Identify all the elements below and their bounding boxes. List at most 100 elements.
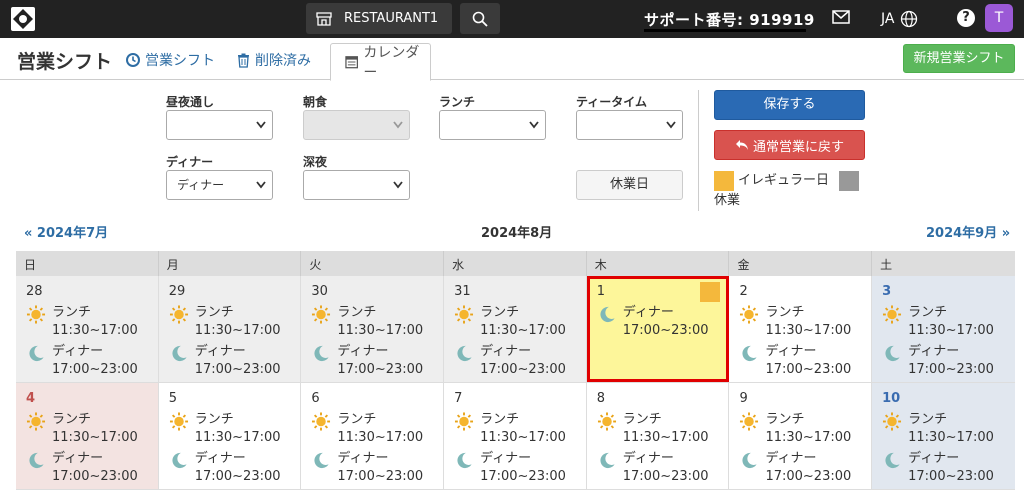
tab-business-shift[interactable]: 営業シフト (126, 50, 215, 70)
shift-name: ディナー (480, 344, 532, 359)
dinner-select[interactable]: ディナー (166, 170, 273, 200)
lunch-shift: ランチ 11:30~17:00 (739, 304, 871, 341)
allday-select[interactable] (166, 110, 273, 140)
store-name: RESTAURANT1 (344, 11, 439, 26)
dinner-shift: ディナー 17:00~23:00 (597, 304, 727, 341)
chevron-down-icon (529, 121, 539, 129)
chevron-down-icon (256, 181, 266, 189)
weekday-mon: 月 (159, 251, 302, 276)
day-cell[interactable]: 30 ランチ 11:30~17:00 ディナー 17:00~23:00 (301, 276, 445, 382)
shift-name: ランチ (52, 412, 92, 427)
sun-icon (26, 412, 46, 431)
sun-icon (312, 412, 331, 431)
tab-deleted[interactable]: 削除済み (237, 50, 311, 70)
moon-icon (314, 452, 329, 469)
user-avatar[interactable]: T (985, 4, 1013, 32)
shift-name: ディナー (52, 451, 104, 466)
shift-name: ディナー (622, 451, 674, 466)
day-cell[interactable]: 9 ランチ 11:30~17:00 ディナー 17:00~23:00 (729, 383, 873, 489)
shift-name: ランチ (194, 305, 234, 320)
language-switcher[interactable]: JA (881, 10, 918, 28)
day-number: 29 (168, 284, 186, 299)
holiday-button[interactable]: 休業日 (576, 170, 683, 200)
shift-name: ディナー (765, 344, 817, 359)
app-logo-icon[interactable] (10, 6, 36, 32)
shift-name: ランチ (52, 305, 92, 320)
day-cell[interactable]: 5 ランチ 11:30~17:00 ディナー 17:00~23:00 (158, 383, 302, 489)
moon-icon (742, 452, 758, 469)
shift-time: 17:00~23:00 (194, 469, 281, 484)
moon-icon (172, 345, 187, 362)
weekday-sat: 土 (880, 258, 893, 272)
revert-label: 通常営業に戻す (752, 139, 844, 155)
save-button[interactable]: 保存する (714, 90, 865, 120)
lunch-select[interactable] (439, 110, 546, 140)
shift-time: 11:30~17:00 (337, 430, 424, 445)
shift-time: 11:30~17:00 (194, 323, 281, 338)
dinner-shift: ディナー 17:00~23:00 (311, 343, 443, 380)
shift-time: 17:00~23:00 (480, 362, 566, 377)
day-cell[interactable]: 3 ランチ 11:30~17:00 ディナー 17:00~23:00 (872, 276, 1015, 382)
moon-icon (885, 452, 900, 469)
store-selector-button[interactable]: RESTAURANT1 (306, 3, 452, 34)
shift-name: ランチ (908, 412, 948, 427)
shift-time: 17:00~23:00 (52, 469, 138, 484)
day-cell[interactable]: 7 ランチ 11:30~17:00 ディナー 17:00~23:00 (444, 383, 587, 489)
new-shift-button[interactable]: 新規営業シフト (903, 44, 1015, 73)
moon-icon (600, 306, 615, 323)
help-icon[interactable]: ? (957, 9, 975, 27)
shift-time: 17:00~23:00 (337, 362, 424, 377)
lunch-shift: ランチ 11:30~17:00 (26, 304, 158, 341)
select-value: ディナー (177, 178, 225, 192)
shift-name: ディナー (52, 344, 104, 359)
sun-icon (597, 412, 616, 431)
search-button[interactable] (460, 3, 500, 34)
shift-time: 11:30~17:00 (337, 323, 424, 338)
irregular-swatch (714, 171, 734, 191)
shift-time: 11:30~17:00 (908, 323, 994, 338)
support-underline (644, 29, 806, 32)
dinner-shift: ディナー 17:00~23:00 (739, 450, 871, 487)
day-cell-selected[interactable]: 1 ディナー 17:00~23:00 (586, 276, 730, 382)
morning-select[interactable] (303, 110, 410, 140)
weekday-sun: 日 (16, 251, 159, 276)
mail-icon[interactable] (832, 10, 850, 24)
shift-name: ランチ (480, 305, 520, 320)
day-cell[interactable]: 4 ランチ 11:30~17:00 ディナー 17:00~23:00 (16, 383, 159, 489)
shift-time: 17:00~23:00 (480, 469, 566, 484)
sun-icon (455, 412, 474, 431)
teatime-select[interactable] (576, 110, 683, 140)
shift-name: ディナー (337, 344, 389, 359)
day-cell[interactable]: 28 ランチ 11:30~17:00 ディナー 17:00~23:00 (16, 276, 159, 382)
shift-name: ランチ (765, 412, 805, 427)
sun-icon (26, 305, 46, 324)
day-number: 6 (311, 391, 320, 406)
day-cell[interactable]: 31 ランチ 11:30~17:00 ディナー 17:00~23:00 (444, 276, 587, 382)
tab-calendar[interactable]: カレンダー (330, 43, 431, 81)
lunch-shift: ランチ 11:30~17:00 (454, 304, 586, 341)
moon-icon (314, 345, 329, 362)
revert-button[interactable]: 通常営業に戻す (714, 130, 865, 160)
sun-icon (169, 412, 188, 431)
lunch-shift: ランチ 11:30~17:00 (454, 411, 586, 448)
support-number: サポート番号: 919919 (644, 11, 815, 29)
day-cell[interactable]: 10 ランチ 11:30~17:00 ディナー 17:00~23:00 (872, 383, 1015, 489)
tab-label: 営業シフト (145, 53, 215, 69)
late-night-select[interactable] (303, 170, 410, 200)
shift-name: ディナー (622, 305, 674, 320)
day-cell[interactable]: 29 ランチ 11:30~17:00 ディナー 17:00~23:00 (158, 276, 302, 382)
shift-name: ランチ (908, 305, 948, 320)
shift-name: ランチ (337, 305, 377, 320)
day-cell[interactable]: 8 ランチ 11:30~17:00 ディナー 17:00~23:00 (586, 383, 730, 489)
day-cell[interactable]: 6 ランチ 11:30~17:00 ディナー 17:00~23:00 (301, 383, 445, 489)
dinner-shift: ディナー 17:00~23:00 (882, 343, 1015, 380)
shift-time: 17:00~23:00 (194, 362, 281, 377)
weekday-fri: 金 (729, 251, 873, 276)
top-bar: RESTAURANT1 サポート番号: 919919 JA ? T (0, 0, 1024, 38)
day-cell[interactable]: 2 ランチ 11:30~17:00 ディナー 17:00~23:00 (729, 276, 873, 382)
prev-month-link[interactable]: « 2024年7月 (24, 222, 108, 241)
late-night-label: 深夜 (303, 155, 328, 169)
next-month-link[interactable]: 2024年9月 » (926, 222, 1010, 241)
dinner-shift: ディナー 17:00~23:00 (882, 450, 1015, 487)
weekday-thu: 木 (587, 251, 730, 276)
